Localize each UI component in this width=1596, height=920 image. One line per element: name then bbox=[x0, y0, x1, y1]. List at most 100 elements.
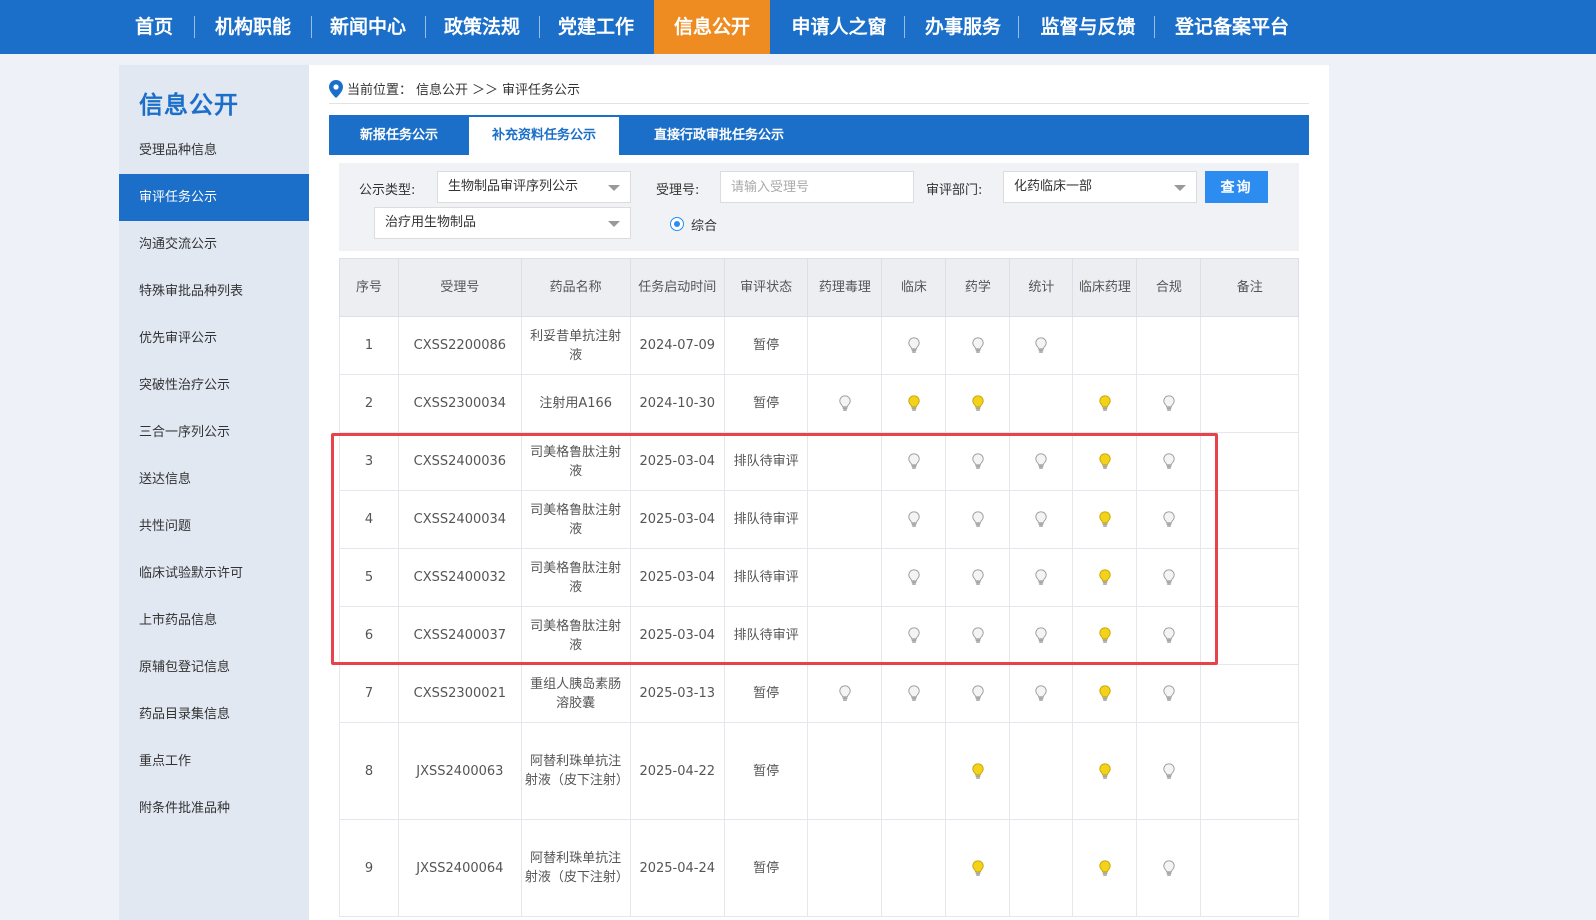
sidebar-item-key-work[interactable]: 重点工作 bbox=[119, 738, 309, 785]
lightbulb-lit-icon bbox=[1099, 511, 1111, 527]
nav-item-services[interactable]: 办事服务 bbox=[912, 0, 1014, 54]
table-row: 3 CXSS2400036 司美格鲁肽注射液 2025-03-04 排队待审评 bbox=[339, 432, 1299, 491]
sidebar-item-conditional-approval[interactable]: 附条件批准品种 bbox=[119, 785, 309, 832]
tab-new-tasks[interactable]: 新报任务公示 bbox=[339, 117, 459, 155]
lightbulb-unlit-icon bbox=[1035, 685, 1048, 701]
row-pharmaceutics-cell bbox=[945, 490, 1011, 549]
row-drug-name: 阿替利珠单抗注射液（皮下注射） bbox=[520, 819, 631, 917]
row-compliance-cell bbox=[1136, 722, 1202, 820]
sidebar-item-accepted-varieties[interactable]: 受理品种信息 bbox=[119, 127, 309, 174]
col-header-accept-no: 受理号 bbox=[397, 258, 522, 317]
row-pharmaceutics-cell bbox=[945, 316, 1011, 375]
row-compliance-cell bbox=[1136, 374, 1202, 433]
breadcrumb-current: 审评任务公示 bbox=[502, 83, 581, 98]
row-statistics-cell bbox=[1009, 819, 1074, 917]
sidebar-item-delivery-info[interactable]: 送达信息 bbox=[119, 456, 309, 503]
row-start-date: 2025-03-04 bbox=[629, 548, 725, 607]
sidebar-item-priority-review[interactable]: 优先审评公示 bbox=[119, 315, 309, 362]
row-drug-name: 司美格鲁肽注射液 bbox=[520, 490, 631, 549]
tab-supplementary-tasks[interactable]: 补充资料任务公示 bbox=[469, 117, 619, 155]
sidebar-item-special-approval[interactable]: 特殊审批品种列表 bbox=[119, 268, 309, 315]
sidebar-item-excipient-registration[interactable]: 原辅包登记信息 bbox=[119, 644, 309, 691]
row-clinical-pharmacology-cell bbox=[1072, 316, 1138, 375]
table-header-row: 序号 受理号 药品名称 任务启动时间 审评状态 药理毒理 临床 药学 统计 临床… bbox=[339, 258, 1299, 317]
row-pharmacology-toxicology-cell bbox=[807, 374, 883, 433]
row-accept-no: CXSS2400036 bbox=[397, 432, 522, 491]
lightbulb-unlit-icon bbox=[1163, 453, 1175, 469]
row-accept-no: JXSS2400064 bbox=[397, 819, 522, 917]
review-dept-select[interactable]: 化药临床一部 bbox=[1003, 171, 1197, 203]
table-row: 5 CXSS2400032 司美格鲁肽注射液 2025-03-04 排队待审评 bbox=[339, 548, 1299, 607]
review-dept-label: 审评部门: bbox=[926, 183, 983, 198]
row-clinical-cell bbox=[881, 432, 947, 491]
lightbulb-lit-icon bbox=[972, 395, 984, 411]
lightbulb-unlit-icon bbox=[908, 569, 920, 585]
accept-no-input[interactable] bbox=[720, 171, 914, 203]
sidebar-item-review-tasks[interactable]: 审评任务公示 bbox=[119, 174, 309, 221]
row-accept-no: CXSS2400037 bbox=[397, 606, 522, 665]
lightbulb-unlit-icon bbox=[1163, 762, 1175, 779]
row-no: 9 bbox=[339, 819, 399, 917]
sidebar-item-common-issues[interactable]: 共性问题 bbox=[119, 503, 309, 550]
breadcrumb-prefix: 当前位置： bbox=[347, 83, 413, 98]
row-note bbox=[1200, 432, 1299, 491]
lightbulb-lit-icon bbox=[1099, 685, 1111, 701]
row-pharmaceutics-cell bbox=[945, 432, 1011, 491]
query-button[interactable]: 查询 bbox=[1205, 171, 1268, 203]
row-drug-name: 司美格鲁肽注射液 bbox=[520, 432, 631, 491]
row-start-date: 2025-04-22 bbox=[629, 722, 725, 820]
sidebar-item-breakthrough[interactable]: 突破性治疗公示 bbox=[119, 362, 309, 409]
lightbulb-lit-icon bbox=[1099, 627, 1111, 643]
row-note bbox=[1200, 490, 1299, 549]
lightbulb-unlit-icon bbox=[908, 337, 920, 353]
nav-divider bbox=[539, 16, 540, 38]
row-start-date: 2024-07-09 bbox=[629, 316, 725, 375]
comprehensive-radio[interactable] bbox=[670, 217, 684, 231]
row-clinical-cell bbox=[881, 722, 947, 820]
table-row: 1 CXSS2200086 利妥昔单抗注射液 2024-07-09 暂停 bbox=[339, 316, 1299, 375]
sidebar-item-three-in-one[interactable]: 三合一序列公示 bbox=[119, 409, 309, 456]
row-no: 4 bbox=[339, 490, 399, 549]
nav-item-party-work[interactable]: 党建工作 bbox=[546, 0, 646, 54]
tab-direct-approval-tasks[interactable]: 直接行政审批任务公示 bbox=[629, 117, 809, 155]
nav-item-org-functions[interactable]: 机构职能 bbox=[203, 0, 303, 54]
col-header-status: 审评状态 bbox=[723, 258, 809, 317]
breadcrumb-section-link[interactable]: 信息公开 bbox=[416, 79, 468, 98]
nav-item-home[interactable]: 首页 bbox=[123, 0, 185, 54]
sidebar-item-clinical-trial-permit[interactable]: 临床试验默示许可 bbox=[119, 550, 309, 597]
breadcrumb-divider bbox=[329, 103, 1309, 104]
lightbulb-lit-icon bbox=[972, 859, 984, 876]
sidebar-item-drug-catalog[interactable]: 药品目录集信息 bbox=[119, 691, 309, 738]
row-compliance-cell bbox=[1136, 664, 1202, 723]
lightbulb-unlit-icon bbox=[839, 685, 851, 701]
nav-divider bbox=[1154, 16, 1155, 38]
sub-type-select[interactable]: 治疗用生物制品 bbox=[374, 207, 631, 239]
row-statistics-cell bbox=[1009, 548, 1074, 607]
row-no: 8 bbox=[339, 722, 399, 820]
col-header-note: 备注 bbox=[1200, 258, 1299, 317]
nav-item-news[interactable]: 新闻中心 bbox=[318, 0, 418, 54]
tab-bar: 新报任务公示 补充资料任务公示 直接行政审批任务公示 bbox=[329, 115, 1309, 155]
col-header-pharmaceutics: 药学 bbox=[945, 258, 1011, 317]
nav-item-registration-platform[interactable]: 登记备案平台 bbox=[1162, 0, 1302, 54]
row-pharmacology-toxicology-cell bbox=[807, 606, 883, 665]
row-status: 排队待审评 bbox=[723, 490, 809, 549]
nav-item-supervision[interactable]: 监督与反馈 bbox=[1025, 0, 1151, 54]
row-compliance-cell bbox=[1136, 548, 1202, 607]
nav-item-policy[interactable]: 政策法规 bbox=[432, 0, 532, 54]
row-status: 暂停 bbox=[723, 819, 809, 917]
lightbulb-unlit-icon bbox=[908, 627, 920, 643]
nav-item-info-disclosure[interactable]: 信息公开 bbox=[654, 0, 770, 54]
location-pin-icon bbox=[329, 79, 343, 98]
sidebar-item-communication[interactable]: 沟通交流公示 bbox=[119, 221, 309, 268]
row-clinical-cell bbox=[881, 490, 947, 549]
lightbulb-unlit-icon bbox=[972, 685, 984, 701]
notice-type-select[interactable]: 生物制品审评序列公示 bbox=[437, 171, 631, 203]
row-clinical-pharmacology-cell bbox=[1072, 819, 1138, 917]
nav-item-applicant-window[interactable]: 申请人之窗 bbox=[777, 0, 901, 54]
col-header-start-date: 任务启动时间 bbox=[629, 258, 725, 317]
row-clinical-pharmacology-cell bbox=[1072, 548, 1138, 607]
filter-panel: 公示类型: 生物制品审评序列公示 受理号: 审评部门: 化药临床一部 查询 治疗… bbox=[339, 163, 1299, 251]
row-status: 排队待审评 bbox=[723, 606, 809, 665]
sidebar-item-marketed-drugs[interactable]: 上市药品信息 bbox=[119, 597, 309, 644]
